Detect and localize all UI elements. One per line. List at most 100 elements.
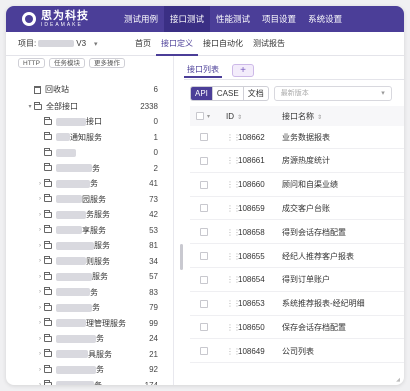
- tree-folder-item[interactable]: 接口 0: [6, 114, 173, 129]
- table-row[interactable]: ⋮⋮ 108655 经纪人推荐客户报表: [190, 245, 404, 268]
- sort-icon[interactable]: ⇕: [237, 115, 242, 121]
- tab-api-automation[interactable]: 接口自动化: [198, 32, 248, 56]
- row-checkbox[interactable]: [200, 156, 208, 165]
- table-row[interactable]: ⋮⋮ 108660 顾问和自渠业绩: [190, 174, 404, 197]
- drag-handle-icon[interactable]: ⋮⋮: [226, 347, 241, 356]
- nav-performance-test[interactable]: 性能测试: [210, 6, 256, 32]
- drag-handle-icon[interactable]: ⋮⋮: [226, 252, 241, 261]
- drag-handle-icon[interactable]: ⋮⋮: [226, 228, 241, 237]
- table-row[interactable]: ⋮⋮ 108654 得到订单账户: [190, 269, 404, 292]
- drag-handle-icon[interactable]: ⋮⋮: [226, 180, 241, 189]
- drag-handle-icon[interactable]: ⋮⋮: [226, 156, 241, 165]
- drag-handle-icon[interactable]: ⋮⋮: [226, 275, 241, 284]
- drag-handle-icon[interactable]: ⋮⋮: [226, 133, 241, 142]
- drag-handle-icon[interactable]: ⋮⋮: [226, 299, 241, 308]
- caret-right-icon[interactable]: ›: [36, 212, 44, 218]
- caret-right-icon[interactable]: ›: [36, 382, 44, 385]
- caret-right-icon[interactable]: ›: [36, 367, 44, 373]
- module-search[interactable]: 任务模块: [48, 58, 85, 68]
- tab-api-definition[interactable]: 接口定义: [156, 32, 198, 56]
- tree-folder-item[interactable]: › 务服务 42: [6, 207, 173, 222]
- tree-folder-item[interactable]: 务2: [6, 161, 173, 176]
- project-selector[interactable]: 项目: V3 ▾: [18, 38, 130, 49]
- tree-folder-item[interactable]: › 理管理服务 99: [6, 316, 173, 331]
- brand-logo[interactable]: 思为科技 IDEAMAKE: [22, 10, 118, 28]
- mode-case-button[interactable]: CASE: [213, 87, 244, 100]
- row-checkbox[interactable]: [200, 275, 208, 284]
- tree-folder-item[interactable]: › 则服务 34: [6, 254, 173, 269]
- tree-recycle-bin[interactable]: 回收站 6: [6, 82, 173, 97]
- mode-api-button[interactable]: API: [191, 87, 213, 100]
- caret-down-icon[interactable]: ▾: [26, 103, 34, 110]
- row-checkbox[interactable]: [200, 347, 208, 356]
- add-tab-button[interactable]: +: [232, 63, 254, 77]
- tab-api-list[interactable]: 接口列表: [184, 62, 222, 78]
- nav-project-settings[interactable]: 项目设置: [256, 6, 302, 32]
- tree-folder-item[interactable]: › 具服务 21: [6, 347, 173, 362]
- row-api-name[interactable]: 顾问和自渠业绩: [282, 179, 404, 190]
- caret-right-icon[interactable]: ›: [36, 181, 44, 187]
- tree-folder-item[interactable]: › 享服务 53: [6, 223, 173, 238]
- caret-right-icon[interactable]: ›: [36, 227, 44, 233]
- tree-folder-item[interactable]: › 务 92: [6, 362, 173, 377]
- table-row[interactable]: ⋮⋮ 108653 系统推荐报表-经纪明细: [190, 293, 404, 316]
- caret-right-icon[interactable]: ›: [36, 305, 44, 311]
- row-checkbox[interactable]: [200, 180, 208, 189]
- drag-handle-icon[interactable]: ⋮⋮: [226, 204, 241, 213]
- tab-test-report[interactable]: 测试报告: [248, 32, 290, 56]
- row-api-name[interactable]: 保存会话存档配置: [282, 322, 404, 333]
- row-checkbox[interactable]: [200, 299, 208, 308]
- more-actions[interactable]: 更多操作: [88, 58, 125, 68]
- tree-folder-item[interactable]: › 服务 57: [6, 269, 173, 284]
- row-api-name[interactable]: 公司列表: [282, 346, 404, 357]
- tree-folder-item[interactable]: › 务 24: [6, 331, 173, 346]
- row-api-name[interactable]: 得到订单账户: [282, 274, 404, 285]
- chevron-down-icon[interactable]: ▾: [207, 113, 210, 120]
- tree-folder-item[interactable]: 通知服务 1: [6, 130, 173, 145]
- row-checkbox[interactable]: [200, 252, 208, 260]
- row-api-name[interactable]: 得到会话存档配置: [282, 227, 404, 238]
- mode-doc-button[interactable]: 文档: [244, 87, 268, 100]
- tree-folder-item[interactable]: › 务 79: [6, 300, 173, 315]
- tree-folder-item[interactable]: › 园服务 73: [6, 192, 173, 207]
- table-row[interactable]: ⋮⋮ 108661 房源热度统计: [190, 150, 404, 173]
- tree-folder-item[interactable]: › 务 41: [6, 176, 173, 191]
- drag-handle-icon[interactable]: ⋮⋮: [226, 323, 241, 332]
- caret-right-icon[interactable]: ›: [36, 320, 44, 326]
- caret-right-icon[interactable]: ›: [36, 351, 44, 357]
- column-name[interactable]: 接口名称 ⇕: [282, 111, 404, 122]
- caret-right-icon[interactable]: ›: [36, 274, 44, 280]
- tree-folder-item[interactable]: 0: [6, 145, 173, 160]
- protocol-select[interactable]: HTTP: [18, 58, 45, 68]
- table-row[interactable]: ⋮⋮ 108658 得到会话存档配置: [190, 221, 404, 245]
- row-checkbox[interactable]: [200, 204, 208, 213]
- tree-folder-item[interactable]: › 务 174: [6, 378, 173, 385]
- version-select[interactable]: 最新版本 ▾: [273, 86, 392, 101]
- nav-system-settings[interactable]: 系统设置: [302, 6, 348, 32]
- tab-home[interactable]: 首页: [130, 32, 156, 56]
- row-checkbox[interactable]: [200, 133, 208, 141]
- row-api-name[interactable]: 系统推荐报表-经纪明细: [282, 298, 404, 309]
- table-row[interactable]: ⋮⋮ 108650 保存会话存档配置: [190, 316, 404, 340]
- tree-root-all[interactable]: ▾ 全部接口 2338: [6, 99, 173, 114]
- caret-right-icon[interactable]: ›: [36, 243, 44, 249]
- table-row[interactable]: ⋮⋮ 108662 业务数据报表: [190, 126, 404, 149]
- nav-api-test[interactable]: 接口测试: [164, 6, 211, 32]
- panel-resize-handle[interactable]: [180, 244, 183, 270]
- row-api-name[interactable]: 经纪人推荐客户报表: [282, 251, 404, 262]
- row-api-name[interactable]: 成交客户台账: [282, 203, 404, 214]
- row-api-name[interactable]: 业务数据报表: [282, 132, 404, 143]
- tree-folder-item[interactable]: › 务 83: [6, 285, 173, 300]
- caret-right-icon[interactable]: ›: [36, 196, 44, 202]
- row-checkbox[interactable]: [200, 228, 208, 237]
- caret-right-icon[interactable]: ›: [36, 289, 44, 295]
- tree-folder-item[interactable]: › 服务 81: [6, 238, 173, 253]
- caret-right-icon[interactable]: ›: [36, 336, 44, 342]
- sort-icon[interactable]: ⇕: [317, 115, 322, 121]
- caret-right-icon[interactable]: ›: [36, 258, 44, 264]
- nav-test-cases[interactable]: 测试用例: [118, 6, 164, 32]
- table-row[interactable]: ⋮⋮ 108649 公司列表: [190, 340, 404, 364]
- row-checkbox[interactable]: [200, 323, 208, 332]
- column-id[interactable]: ID ⇕: [226, 112, 282, 121]
- select-all-checkbox[interactable]: [196, 112, 204, 120]
